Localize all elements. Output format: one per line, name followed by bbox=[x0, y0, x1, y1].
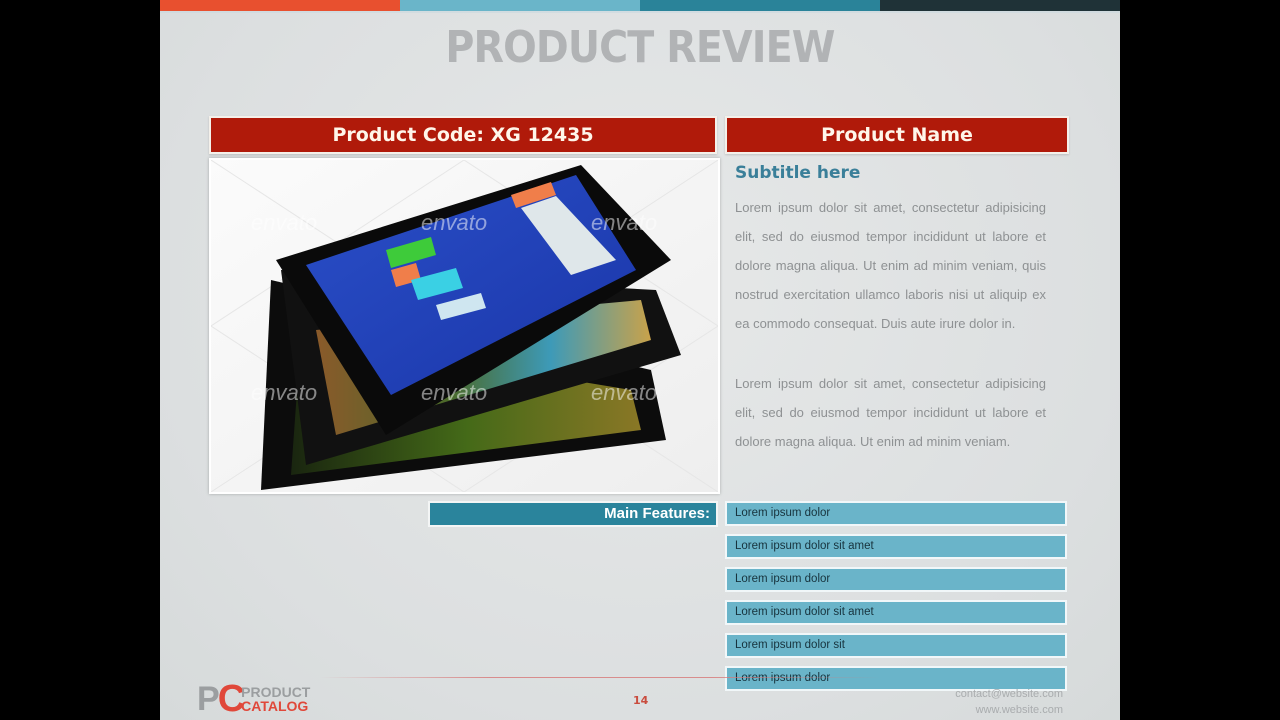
product-name-header: Product Name bbox=[725, 116, 1069, 154]
top-bar-segment-lightblue bbox=[400, 0, 640, 11]
tablet-stack-illustration: envato envato envato envato envato envato bbox=[211, 160, 718, 492]
feature-item: Lorem ipsum dolor sit bbox=[725, 633, 1067, 658]
top-bar-segment-dark bbox=[880, 0, 1120, 11]
svg-text:envato: envato bbox=[591, 380, 657, 405]
svg-text:envato: envato bbox=[591, 210, 657, 235]
slide: PRODUCT REVIEW Product Code: XG 12435 Pr… bbox=[160, 0, 1120, 720]
contact-website: www.website.com bbox=[975, 704, 1063, 716]
feature-item: Lorem ipsum dolor sit amet bbox=[725, 600, 1067, 625]
contact-email: contact@website.com bbox=[955, 688, 1063, 700]
svg-text:envato: envato bbox=[251, 210, 317, 235]
description-paragraph-2: Lorem ipsum dolor sit amet, consectetur … bbox=[735, 376, 1046, 449]
pc-product-catalog-logo: P C PRODUCT CATALOG bbox=[197, 680, 310, 718]
contact-info: contact@website.com www.website.com bbox=[955, 686, 1063, 718]
top-bar-segment-red bbox=[160, 0, 400, 11]
top-bar-segment-teal bbox=[640, 0, 880, 11]
slide-title: PRODUCT REVIEW bbox=[445, 22, 835, 73]
product-image: envato envato envato envato envato envato bbox=[209, 158, 720, 494]
footer-divider bbox=[320, 677, 880, 678]
subtitle: Subtitle here bbox=[735, 163, 861, 183]
logo-word-catalog: CATALOG bbox=[241, 698, 309, 714]
feature-item: Lorem ipsum dolor bbox=[725, 567, 1067, 592]
description-paragraph-1: Lorem ipsum dolor sit amet, consectetur … bbox=[735, 200, 1046, 331]
feature-item: Lorem ipsum dolor bbox=[725, 501, 1067, 526]
page-number: 14 bbox=[633, 694, 649, 707]
main-features-label: Main Features: bbox=[428, 501, 718, 527]
features-list: Lorem ipsum dolor Lorem ipsum dolor sit … bbox=[725, 501, 1067, 699]
svg-text:envato: envato bbox=[251, 380, 317, 405]
top-color-bar bbox=[160, 0, 1120, 11]
product-code-header: Product Code: XG 12435 bbox=[209, 116, 717, 154]
svg-text:envato: envato bbox=[421, 210, 487, 235]
logo-word-product: PRODUCT bbox=[241, 684, 311, 700]
top-bar-shadow bbox=[160, 11, 1120, 13]
logo-words: PRODUCT CATALOG bbox=[241, 685, 310, 713]
svg-text:envato: envato bbox=[421, 380, 487, 405]
logo-letter-p: P bbox=[197, 680, 220, 718]
feature-item: Lorem ipsum dolor sit amet bbox=[725, 534, 1067, 559]
